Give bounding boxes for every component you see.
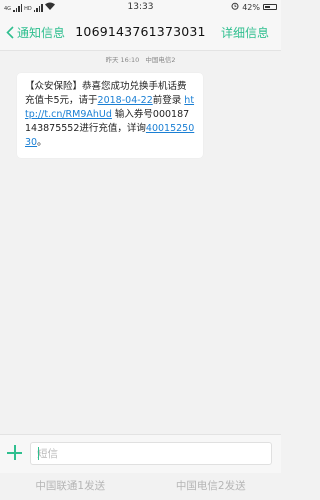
status-right: 42% xyxy=(231,2,277,12)
status-bar: 4G HD 13:33 42% xyxy=(0,0,281,15)
sms-input[interactable] xyxy=(30,442,272,465)
send-row: 中国联通1发送 中国电信2发送 xyxy=(0,473,281,500)
battery-percent: 42% xyxy=(242,2,260,12)
send-telecom-button[interactable]: 中国电信2发送 xyxy=(141,473,282,500)
message-text-part4: 。 xyxy=(37,137,47,148)
date-link[interactable]: 2018-04-22 xyxy=(98,95,153,106)
message-time: 昨天 16:10 xyxy=(105,56,140,64)
text-cursor xyxy=(38,447,39,460)
battery-icon xyxy=(263,4,277,10)
message-meta: 昨天 16:10 中国电信2 xyxy=(0,54,281,64)
add-attachment-button[interactable] xyxy=(7,445,22,460)
alarm-icon xyxy=(231,2,239,12)
message-bubble[interactable]: 【众安保险】恭喜您成功兑换手机话费充值卡5元，请于2018-04-22前登录 h… xyxy=(17,73,203,158)
detail-button[interactable]: 详细信息 xyxy=(221,24,269,41)
header: 通知信息 1069143761373031 详细信息 xyxy=(0,15,281,51)
send-unicom-button[interactable]: 中国联通1发送 xyxy=(0,473,141,500)
input-bar xyxy=(0,434,281,473)
message-text-part2: 前登录 xyxy=(152,95,185,106)
message-carrier: 中国电信2 xyxy=(145,56,176,64)
